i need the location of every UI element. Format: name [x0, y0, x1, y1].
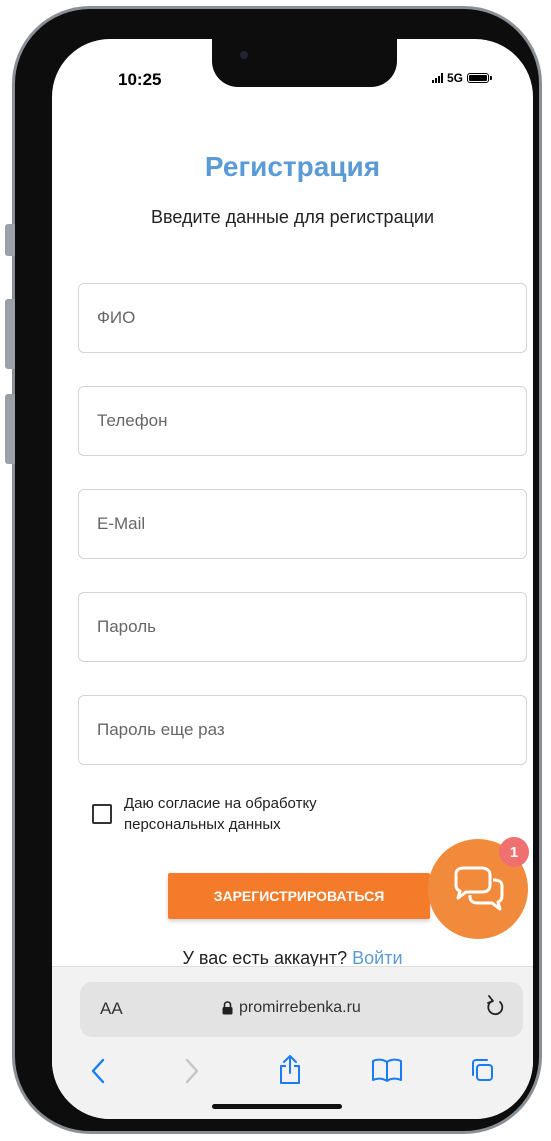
side-button-volume-down	[5, 394, 15, 464]
share-icon[interactable]	[277, 1053, 303, 1085]
home-indicator	[212, 1104, 342, 1109]
status-time: 10:25	[118, 70, 162, 89]
side-button-volume-up	[5, 299, 15, 369]
status-indicators: 5G	[431, 71, 492, 85]
email-field[interactable]	[78, 489, 527, 559]
battery-icon	[467, 73, 492, 83]
chat-bubbles-icon	[454, 866, 504, 911]
password-repeat-input[interactable]	[79, 696, 526, 764]
back-icon[interactable]	[90, 1057, 106, 1085]
forward-icon[interactable]	[184, 1057, 200, 1085]
url-display[interactable]: promirrebenka.ru	[222, 999, 361, 1017]
chat-badge: 1	[499, 837, 529, 867]
phone-input[interactable]	[79, 387, 526, 455]
signal-icon	[431, 73, 443, 83]
consent-label-line-1: Даю согласие на обработку	[124, 795, 317, 812]
phone-screen: 10:25 5G Регистрация Введите данные для …	[52, 39, 533, 1119]
page-title: Регистрация	[204, 151, 381, 182]
side-button-mute	[5, 224, 15, 256]
full-name-field[interactable]	[78, 283, 527, 353]
page-subtitle: Введите данные для регистрации	[150, 207, 435, 227]
password-field[interactable]	[78, 592, 527, 662]
tabs-icon[interactable]	[469, 1057, 495, 1083]
phone-frame: 10:25 5G Регистрация Введите данные для …	[5, 6, 542, 1134]
notch	[212, 39, 397, 87]
consent-row[interactable]: Даю согласие на обработку персональных д…	[92, 793, 317, 835]
lock-icon	[222, 1001, 233, 1015]
phone-field[interactable]	[78, 386, 527, 456]
login-link[interactable]: Войти	[352, 948, 402, 968]
reload-icon[interactable]	[485, 994, 507, 1020]
network-label: 5G	[446, 71, 463, 85]
text-size-button[interactable]: AA	[100, 999, 123, 1019]
password-input[interactable]	[79, 593, 526, 661]
register-button[interactable]: Зарегистрироваться	[168, 873, 430, 919]
consent-checkbox[interactable]	[92, 804, 112, 824]
camera-icon	[240, 51, 248, 59]
full-name-input[interactable]	[79, 284, 526, 352]
password-repeat-field[interactable]	[78, 695, 527, 765]
bookmarks-icon[interactable]	[370, 1057, 404, 1083]
consent-label: Даю согласие на обработку персональных д…	[124, 793, 317, 835]
consent-label-line-2: персональных данных	[124, 816, 281, 833]
address-bar[interactable]: AA promirrebenka.ru	[80, 982, 523, 1037]
browser-nav-row	[52, 1055, 533, 1097]
email-input[interactable]	[79, 490, 526, 558]
url-text: promirrebenka.ru	[239, 999, 361, 1016]
account-prompt: У вас есть аккаунт?	[182, 948, 348, 968]
browser-toolbar: AA promirrebenka.ru	[52, 966, 533, 1119]
